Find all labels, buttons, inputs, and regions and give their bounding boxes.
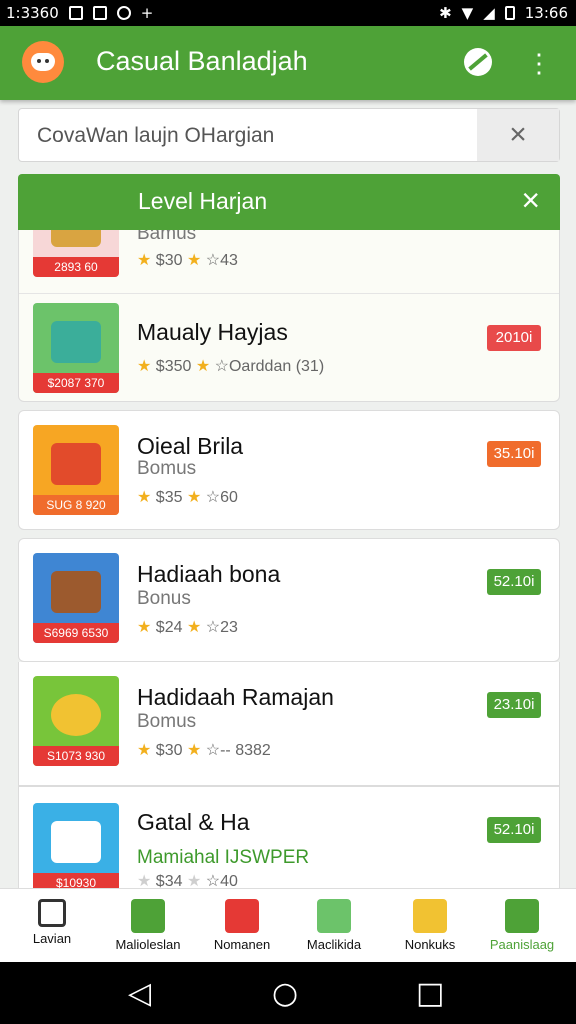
item-subtitle: Bonus (137, 588, 191, 609)
list-item[interactable]: S6969 6530 Hadiaah bona Bonus ★ $24 ★ ☆2… (18, 538, 560, 662)
coin-icon (51, 694, 101, 736)
price-tag: $2087 370 (33, 373, 119, 393)
home-circle-icon[interactable]: ○ (272, 976, 298, 1011)
price-badge[interactable]: 23.10i (487, 692, 541, 718)
item-thumbnail: S6969 6530 (33, 553, 119, 643)
recents-icon[interactable]: □ (416, 976, 444, 1011)
search-input[interactable] (35, 121, 479, 151)
wifi-icon: ▼ (461, 4, 474, 22)
battery-icon (504, 6, 515, 20)
ball-icon[interactable] (464, 48, 492, 76)
list-item[interactable]: S1073 930 Hadidaah Ramajan Bomus ★ $30 ★… (18, 662, 560, 786)
price-badge[interactable]: 52.10i (487, 569, 541, 595)
gift-card-icon (51, 821, 101, 863)
chest-icon (51, 443, 101, 485)
item-rating: ★ $24 ★ ☆23 (137, 619, 238, 636)
system-nav-bar: ◁ ○ □ (0, 962, 576, 1024)
star-icon: ★ (137, 252, 152, 269)
star-icon: ★ (137, 489, 152, 506)
list-item[interactable]: SUG 8 920 Oieal Brila Bomus ★ $35 ★ ☆60 … (18, 410, 560, 530)
price-badge[interactable]: 2010i (487, 325, 541, 351)
item-thumbnail: $2087 370 (33, 303, 119, 393)
bottom-nav: Lavian Malioleslan Nomanen Maclikida Non… (0, 888, 576, 963)
star-icon: ★ (186, 489, 202, 506)
star-icon: ★ (186, 619, 202, 636)
back-icon[interactable]: ◁ (128, 976, 151, 1011)
bluetooth-icon: ✱ (439, 4, 452, 22)
nav-item-lavian[interactable]: Lavian (4, 895, 100, 961)
plus-icon: + (140, 4, 154, 22)
item-thumbnail: S1073 930 (33, 676, 119, 766)
shield-icon (116, 6, 131, 20)
house-icon (51, 571, 101, 613)
nav-item-paanislaag[interactable]: Paanislaag (474, 895, 570, 961)
item-title: Gatal & Ha (137, 809, 250, 835)
star-icon: ★ (137, 358, 152, 375)
notification-icon (68, 6, 83, 20)
price-tag: SUG 8 920 (33, 495, 119, 515)
item-rating: ★ $350 ★ ☆Oarddan (31) (137, 358, 325, 375)
overflow-menu-icon[interactable]: ⋮ (524, 48, 554, 78)
item-rating: ★ $30 ★ ☆43 (137, 252, 238, 269)
item-subtitle: Bomus (137, 458, 197, 479)
nav-item-maclikida[interactable]: Maclikida (286, 895, 382, 961)
item-title: Hadiaah bona (137, 561, 281, 587)
coin-basket-icon (51, 321, 101, 363)
item-title: Hadidaah Ramajan (137, 684, 334, 710)
item-thumbnail: $10930 (33, 803, 119, 893)
coin-stack-icon (413, 899, 447, 933)
star-icon: ★ (137, 742, 152, 759)
download-icon (131, 899, 165, 933)
nav-item-malioleslan[interactable]: Malioleslan (100, 895, 196, 961)
close-banner-button[interactable]: × (521, 182, 540, 219)
item-thumbnail: SUG 8 920 (33, 425, 119, 515)
app-title: Casual Banladjah (96, 46, 308, 76)
pencil-icon (317, 899, 351, 933)
clock: 1:3360 (6, 4, 59, 22)
price-tag: S1073 930 (33, 746, 119, 766)
item-subtitle: Bomus (137, 711, 197, 732)
notification-icon (92, 6, 107, 20)
price-tag: 2893 60 (33, 257, 119, 277)
star-icon: ★ (186, 252, 202, 269)
signal-icon: ◢ (483, 4, 495, 22)
home-icon (38, 899, 66, 927)
app-bar: Casual Banladjah ⋮ (0, 26, 576, 100)
item-rating: ★ $30 ★ ☆-- 8382 (137, 742, 271, 759)
star-icon: ★ (186, 742, 202, 759)
star-icon: ★ (137, 619, 152, 636)
item-title: Oieal Brila (137, 433, 244, 459)
banner-title: Level Harjan (138, 188, 268, 214)
nav-item-nomanen[interactable]: Nomanen (194, 895, 290, 961)
clear-search-button[interactable]: × (477, 109, 559, 161)
item-rating: ★ $35 ★ ☆60 (137, 489, 238, 506)
star-icon: ★ (195, 358, 211, 375)
tools-icon (225, 899, 259, 933)
level-banner: Level Harjan × (18, 174, 560, 230)
price-badge[interactable]: 35.10i (487, 441, 541, 467)
price-tag: S6969 6530 (33, 623, 119, 643)
shop-icon (505, 899, 539, 933)
app-logo-icon (22, 41, 64, 83)
status-time: 13:66 (524, 4, 568, 22)
status-bar: 1:3360 + ✱ ▼ ◢ 13:66 (0, 0, 576, 26)
nav-item-nonkuks[interactable]: Nonkuks (382, 895, 478, 961)
search-bar: × (18, 108, 560, 162)
item-title: Maualy Hayjas (137, 319, 288, 345)
price-badge[interactable]: 52.10i (487, 817, 541, 843)
item-subtitle: Mamiahal IJSWPER (137, 847, 310, 868)
